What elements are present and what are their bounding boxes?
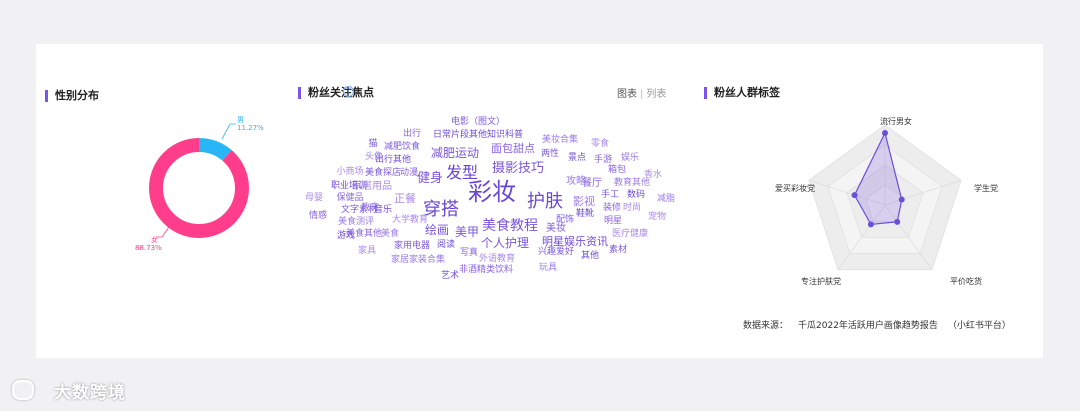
wordcloud-word-52: 家居家装合集	[391, 253, 445, 265]
wordcloud-word-41: 情感	[309, 209, 327, 221]
pie-label-value-0: 11.27%	[237, 124, 264, 132]
wordcloud-word-46: 美食其他	[346, 227, 382, 239]
wordcloud-word-1: 护肤	[527, 191, 563, 212]
wordcloud-word-59: 素材	[609, 243, 627, 255]
wordcloud-word-31: 动漫	[400, 166, 418, 178]
radar-label-1: 学生党	[974, 183, 998, 193]
wordcloud-word-21: 出行	[403, 127, 421, 139]
wordcloud-word-69: 猫	[368, 137, 377, 149]
watermark-text: 大数跨境	[54, 383, 126, 403]
wordcloud-word-8: 美甲	[455, 225, 479, 239]
wordcloud-word-68: 时尚	[623, 201, 641, 213]
wordcloud-word-60: 其他	[581, 249, 599, 261]
wordcloud-word-19: 电影（图文）	[451, 115, 505, 127]
wordcloud-word-2: 穿搭	[423, 199, 459, 220]
wordcloud-word-54: 兴趣爱好	[538, 245, 574, 257]
wordcloud-word-48: 家具	[358, 244, 376, 256]
wordcloud-word-66: 箱包	[608, 163, 626, 175]
pie-slice-1	[149, 138, 249, 238]
wordcloud-word-53: 外语教育	[479, 252, 515, 264]
wordcloud-word-5: 摄影技巧	[492, 161, 544, 176]
wordcloud-word-4: 美食教程	[482, 217, 538, 234]
radar-point-4	[851, 192, 858, 199]
wordcloud-word-44: 配饰	[556, 213, 574, 225]
wordcloud-word-6: 减肥运动	[431, 146, 479, 160]
wordcloud-word-43: 大学教育	[392, 213, 428, 225]
wordcloud-word-33: 小商场	[336, 165, 363, 177]
wordcloud-word-11: 面包甜点	[491, 142, 535, 155]
wordcloud-word-25: 景点	[568, 152, 586, 163]
wordcloud-word-23: 零食	[591, 137, 609, 149]
wordcloud-word-56: 非酒精类饮料	[459, 263, 513, 275]
wordcloud-word-35: 职业培训	[331, 179, 367, 191]
pie-leader-0	[221, 123, 236, 140]
wordcloud-word-3: 发型	[446, 163, 478, 182]
wordcloud-word-62: 减脂	[657, 192, 675, 204]
wordcloud-word-10: 绘画	[425, 222, 449, 237]
wordcloud-word-7: 健身	[417, 170, 443, 186]
wordcloud-word-67: 教育其他	[614, 176, 650, 188]
watermark-logo-icon	[12, 380, 34, 400]
wordcloud-word-0: 彩妆	[468, 178, 516, 206]
radar-point-2	[894, 218, 901, 225]
source-report: 千瓜2022年活跃用户画像趋势报告	[798, 321, 938, 331]
wordcloud-word-55: 艺术	[441, 269, 459, 281]
pie-label-value-1: 88.73%	[135, 244, 162, 252]
radar-label-0: 流行男女	[880, 116, 912, 126]
wordcloud-word-34: 美食探店	[365, 166, 401, 178]
wordcloud-word-36: 保健品	[336, 191, 363, 203]
wordcloud-word-39: 文字素材	[341, 203, 377, 215]
wordcloud-word-12: 影视	[573, 194, 595, 208]
wordcloud-word-61: 明星	[604, 215, 622, 226]
radar-point-3	[867, 221, 874, 228]
radar-point-1	[898, 196, 905, 203]
pie-label-name-1: 女	[151, 235, 158, 244]
wordcloud-word-24: 两性	[541, 147, 559, 159]
radar-label-4: 爱买彩妆党	[775, 183, 815, 193]
wordcloud-word-22: 美妆合集	[542, 133, 578, 145]
wordcloud-word-51: 写真	[460, 246, 478, 258]
radar-point-0	[882, 130, 888, 136]
wordcloud-word-47: 美食	[381, 227, 399, 239]
wordcloud-word-15: 明星娱乐资讯	[542, 234, 608, 248]
wordcloud-word-13: 正餐	[394, 191, 416, 205]
wordcloud-word-29: 减肥饮食	[384, 140, 420, 152]
wordcloud-word-65: 数码	[627, 188, 645, 200]
wordcloud-word-58: 医疗健康	[612, 227, 648, 239]
wordcloud-word-26: 手游	[594, 153, 612, 165]
wordcloud-word-9: 个人护理	[481, 236, 529, 250]
wordcloud-word-32: 头像	[365, 150, 383, 162]
wordcloud-word-57: 玩具	[539, 262, 557, 273]
radar-label-3: 专注护肤党	[801, 276, 841, 286]
wordcloud-word-27: 娱乐	[621, 151, 639, 163]
pie-label-name-0: 男	[237, 116, 244, 124]
source-platform: （小红书平台）	[947, 321, 1011, 331]
wordcloud-word-63: 宠物	[648, 210, 666, 222]
wordcloud-word-17: 攻略	[566, 174, 586, 187]
wordcloud-word-40: 音乐	[374, 203, 392, 215]
radar-label-2: 平价吃货	[950, 276, 982, 286]
wordcloud-word-42: 美食测评	[338, 215, 374, 227]
wordcloud-word-71: 装修	[603, 201, 621, 213]
wordcloud-word-38: 母婴	[305, 192, 323, 203]
wordcloud-word-49: 家用电器	[394, 239, 430, 251]
charts-layer: 男11.27% 女88.73% 彩妆 护肤 穿搭 发型美食教程 摄影技巧减肥运动健身美甲个人…	[135, 115, 998, 286]
wordcloud-word-50: 阅读	[437, 238, 455, 250]
source-label: 数据来源：	[743, 321, 789, 331]
data-source: 数据来源： 千瓜2022年活跃用户画像趋势报告 （小红书平台）	[743, 318, 1011, 331]
wordcloud-word-70: 鞋靴	[576, 207, 594, 219]
wordcloud-word-20: 日常片段其他知识科普	[433, 128, 523, 140]
wordcloud-word-64: 手工	[601, 188, 619, 200]
